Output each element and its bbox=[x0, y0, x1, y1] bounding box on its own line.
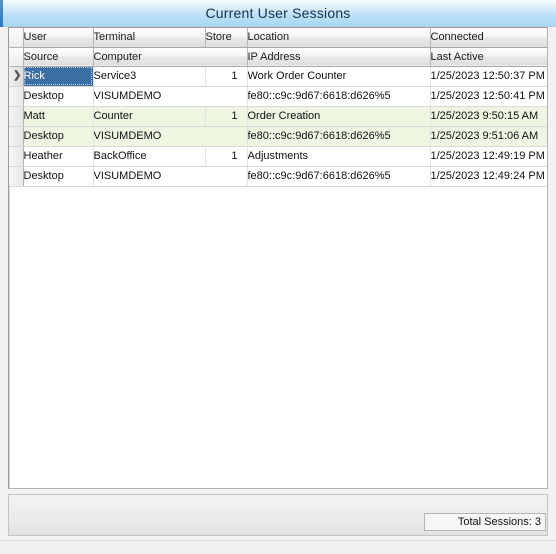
header-row-secondary: Source Computer IP Address Last Active bbox=[9, 47, 547, 67]
header-row-primary: User Terminal Store Location Connected bbox=[9, 28, 547, 48]
table-row-detail[interactable]: Desktop VISUMDEMO fe80::c9c:9d67:6618:d6… bbox=[9, 126, 547, 147]
row-selector-arrow-icon: ❯ bbox=[13, 70, 22, 81]
cell-terminal[interactable]: Counter bbox=[93, 106, 206, 127]
cell-terminal[interactable]: BackOffice bbox=[93, 146, 206, 167]
table-row-detail[interactable]: Desktop VISUMDEMO fe80::c9c:9d67:6618:d6… bbox=[9, 86, 547, 107]
cell-user[interactable]: Matt bbox=[23, 106, 94, 127]
column-header-ip-address[interactable]: IP Address bbox=[247, 47, 431, 67]
cell-user[interactable]: Heather bbox=[23, 146, 94, 167]
cell-source[interactable]: Desktop bbox=[23, 126, 94, 147]
cell-computer[interactable]: VISUMDEMO bbox=[93, 126, 248, 147]
cell-computer[interactable]: VISUMDEMO bbox=[93, 166, 248, 187]
cell-store[interactable]: 1 bbox=[205, 66, 248, 87]
column-header-source[interactable]: Source bbox=[23, 47, 94, 67]
column-header-terminal[interactable]: Terminal bbox=[93, 28, 206, 48]
cell-computer[interactable]: VISUMDEMO bbox=[93, 86, 248, 107]
cell-location[interactable]: Order Creation bbox=[247, 106, 431, 127]
table-body: ❯ Rick Service3 1 Work Order Counter 1/2… bbox=[9, 66, 547, 187]
window-bottom-strip bbox=[0, 540, 556, 554]
cell-source[interactable]: Desktop bbox=[23, 166, 94, 187]
column-header-last-active[interactable]: Last Active bbox=[430, 47, 547, 67]
window-title-bar: Current User Sessions bbox=[0, 0, 556, 27]
current-user-sessions-window: Current User Sessions User Terminal Stor… bbox=[0, 0, 556, 554]
row-selector-cell[interactable] bbox=[9, 86, 24, 107]
cell-location[interactable]: Work Order Counter bbox=[247, 66, 431, 87]
table-row[interactable]: ❯ Rick Service3 1 Work Order Counter 1/2… bbox=[9, 66, 547, 87]
table-header: User Terminal Store Location Connected S… bbox=[9, 28, 547, 67]
column-header-store[interactable]: Store bbox=[205, 28, 248, 48]
table-row[interactable]: Heather BackOffice 1 Adjustments 1/25/20… bbox=[9, 146, 547, 167]
row-selector-cell[interactable] bbox=[9, 166, 24, 187]
cell-store[interactable]: 1 bbox=[205, 146, 248, 167]
cell-store[interactable]: 1 bbox=[205, 106, 248, 127]
row-selector-cell[interactable] bbox=[9, 126, 24, 147]
sessions-table: User Terminal Store Location Connected S… bbox=[9, 28, 547, 187]
cell-source[interactable]: Desktop bbox=[23, 86, 94, 107]
cell-last-active[interactable]: 1/25/2023 9:51:06 AM bbox=[430, 126, 547, 147]
cell-connected[interactable]: 1/25/2023 12:49:19 PM bbox=[430, 146, 547, 167]
row-selector-cell[interactable]: ❯ bbox=[9, 66, 24, 87]
cell-terminal[interactable]: Service3 bbox=[93, 66, 206, 87]
cell-user[interactable]: Rick bbox=[23, 66, 94, 87]
column-header-computer[interactable]: Computer bbox=[93, 47, 248, 67]
cell-ip-address[interactable]: fe80::c9c:9d67:6618:d626%5 bbox=[247, 166, 431, 187]
row-selector-cell[interactable] bbox=[9, 146, 24, 167]
cell-location[interactable]: Adjustments bbox=[247, 146, 431, 167]
cell-last-active[interactable]: 1/25/2023 12:49:24 PM bbox=[430, 166, 547, 187]
column-header-user[interactable]: User bbox=[23, 28, 94, 48]
cell-connected[interactable]: 1/25/2023 9:50:15 AM bbox=[430, 106, 547, 127]
row-selector-header bbox=[9, 28, 24, 48]
row-selector-subheader bbox=[9, 47, 24, 67]
sessions-grid[interactable]: User Terminal Store Location Connected S… bbox=[8, 27, 548, 489]
window-title: Current User Sessions bbox=[205, 5, 351, 21]
table-row[interactable]: Matt Counter 1 Order Creation 1/25/2023 … bbox=[9, 106, 547, 127]
cell-connected[interactable]: 1/25/2023 12:50:37 PM bbox=[430, 66, 547, 87]
column-header-connected[interactable]: Connected bbox=[430, 28, 547, 48]
footer-panel: Total Sessions: 3 bbox=[8, 494, 548, 536]
cell-last-active[interactable]: 1/25/2023 12:50:41 PM bbox=[430, 86, 547, 107]
column-header-location[interactable]: Location bbox=[247, 28, 431, 48]
total-sessions-box: Total Sessions: 3 bbox=[424, 513, 546, 531]
cell-ip-address[interactable]: fe80::c9c:9d67:6618:d626%5 bbox=[247, 126, 431, 147]
table-row-detail[interactable]: Desktop VISUMDEMO fe80::c9c:9d67:6618:d6… bbox=[9, 166, 547, 187]
cell-ip-address[interactable]: fe80::c9c:9d67:6618:d626%5 bbox=[247, 86, 431, 107]
row-selector-cell[interactable] bbox=[9, 106, 24, 127]
